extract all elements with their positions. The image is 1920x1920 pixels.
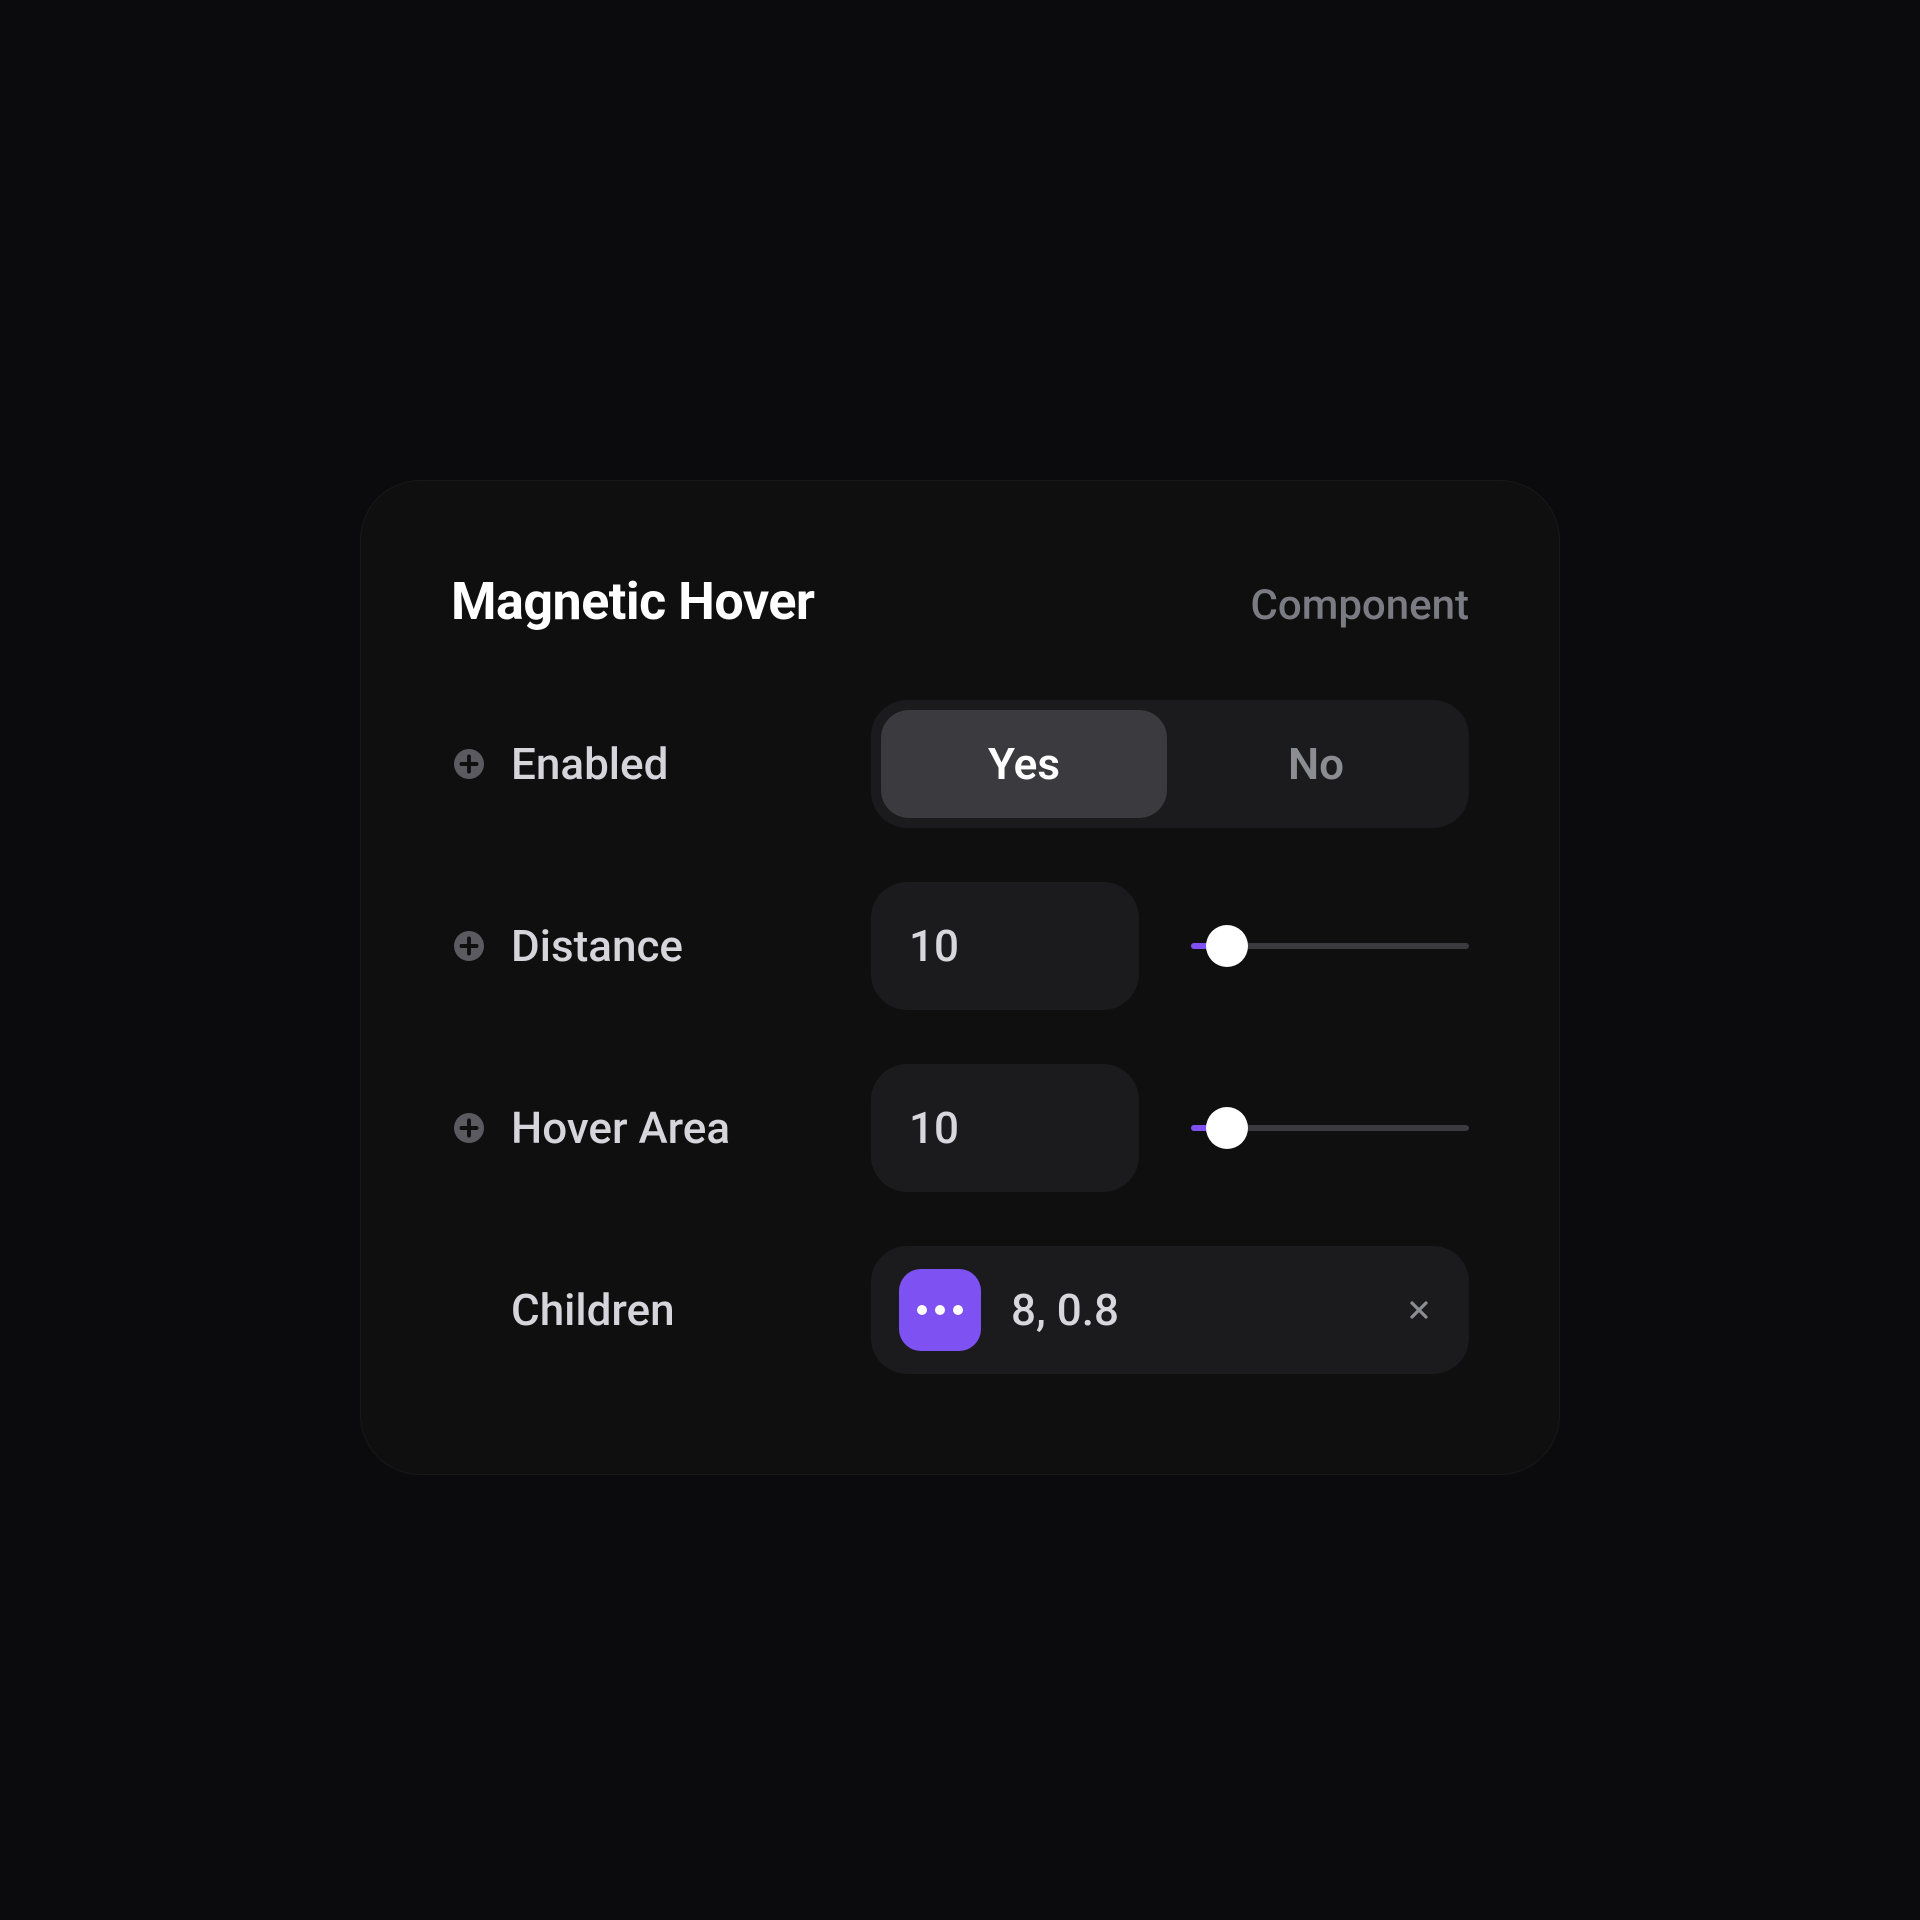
row-distance: Distance 10	[451, 882, 1469, 1010]
slider-thumb[interactable]	[1206, 925, 1248, 967]
enabled-toggle: Yes No	[871, 700, 1469, 828]
enabled-yes-button[interactable]: Yes	[881, 710, 1167, 818]
row-hover-area: Hover Area 10	[451, 1064, 1469, 1192]
row-label-wrap: Hover Area	[451, 1102, 871, 1154]
panel-type-tag: Component	[1250, 581, 1469, 630]
hover-area-label: Hover Area	[511, 1102, 730, 1154]
row-enabled: Enabled Yes No	[451, 700, 1469, 828]
distance-input[interactable]: 10	[871, 882, 1139, 1010]
distance-label: Distance	[511, 920, 683, 972]
properties-panel: Magnetic Hover Component Enabled Yes No	[360, 480, 1560, 1475]
children-label: Children	[511, 1284, 675, 1336]
enabled-no-button[interactable]: No	[1173, 710, 1459, 818]
plus-circle-icon[interactable]	[451, 1110, 487, 1146]
hover-area-input[interactable]: 10	[871, 1064, 1139, 1192]
children-value-text: 8, 0.8	[1011, 1284, 1367, 1336]
more-horizontal-icon[interactable]	[899, 1269, 981, 1351]
close-icon[interactable]	[1397, 1288, 1441, 1332]
enabled-label: Enabled	[511, 738, 668, 790]
panel-title: Magnetic Hover	[451, 571, 814, 632]
slider-thumb[interactable]	[1206, 1107, 1248, 1149]
children-value-tag[interactable]: 8, 0.8	[871, 1246, 1469, 1374]
label-spacer	[451, 1292, 487, 1328]
row-children: Children 8, 0.8	[451, 1246, 1469, 1374]
panel-header: Magnetic Hover Component	[451, 571, 1469, 632]
row-label-wrap: Enabled	[451, 738, 871, 790]
row-label-wrap: Distance	[451, 920, 871, 972]
distance-slider[interactable]	[1191, 922, 1469, 970]
plus-circle-icon[interactable]	[451, 928, 487, 964]
hover-area-slider[interactable]	[1191, 1104, 1469, 1152]
plus-circle-icon[interactable]	[451, 746, 487, 782]
row-label-wrap: Children	[451, 1284, 871, 1336]
